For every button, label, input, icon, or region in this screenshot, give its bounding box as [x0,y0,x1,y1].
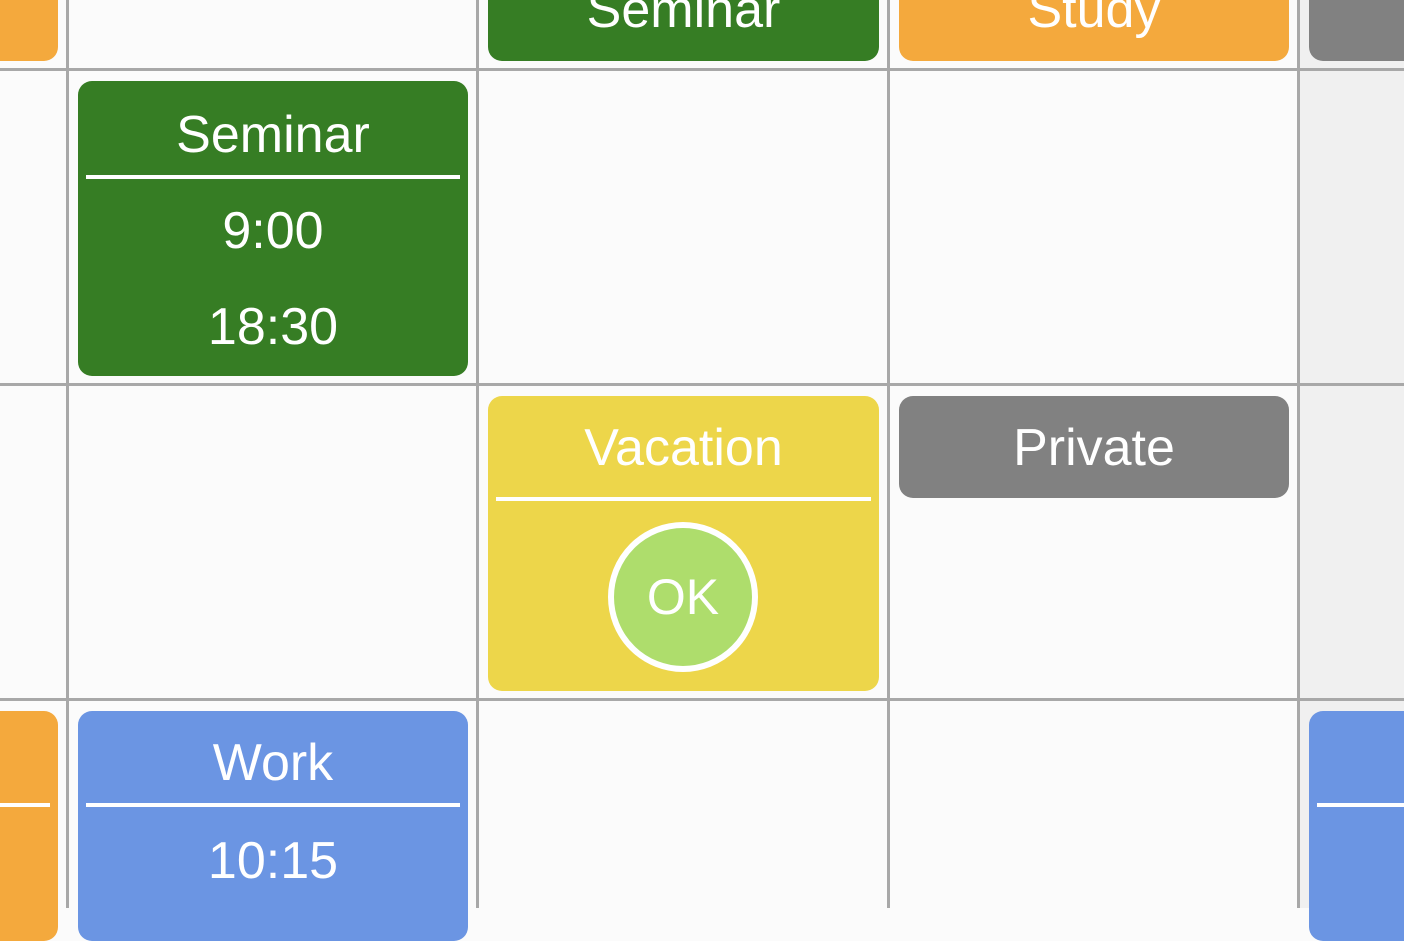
ok-button[interactable]: OK [608,522,758,672]
calendar-grid: Seminar Study Seminar 9:00 18:30 Vacatio… [0,0,1404,941]
grid-line [0,698,1404,701]
event-card-vacation[interactable]: Vacation OK [488,396,879,691]
event-start-time: 9:00 [222,202,324,260]
event-title: Seminar [586,0,781,39]
event-card-partial[interactable] [1309,711,1404,941]
title-divider [86,803,460,807]
event-card-seminar[interactable]: Seminar 9:00 18:30 [78,81,468,376]
grid-line [0,68,1404,71]
grid-line [476,0,479,908]
event-card-partial[interactable] [1309,0,1404,61]
event-end-time: 18:30 [207,298,339,356]
event-card-partial[interactable] [0,0,58,61]
event-card-seminar-top[interactable]: Seminar [488,0,879,61]
event-card-private[interactable]: Private [899,396,1289,498]
title-divider [1317,803,1404,807]
event-title: Private [1013,419,1175,477]
event-title: Work [212,734,334,792]
event-card-study[interactable]: Study [899,0,1289,61]
title-divider [86,175,460,179]
grid-line [887,0,890,908]
grid-line [1297,0,1300,908]
event-card-partial[interactable] [0,711,58,941]
event-title: Seminar [176,106,370,164]
event-card-work[interactable]: Work 10:15 [78,711,468,941]
event-title: Study [1027,0,1161,39]
grid-line [0,383,1404,386]
grid-line [66,0,69,908]
event-title: Vacation [584,419,783,477]
event-start-time: 10:15 [207,832,339,890]
title-divider [0,803,50,807]
title-divider [496,497,871,501]
